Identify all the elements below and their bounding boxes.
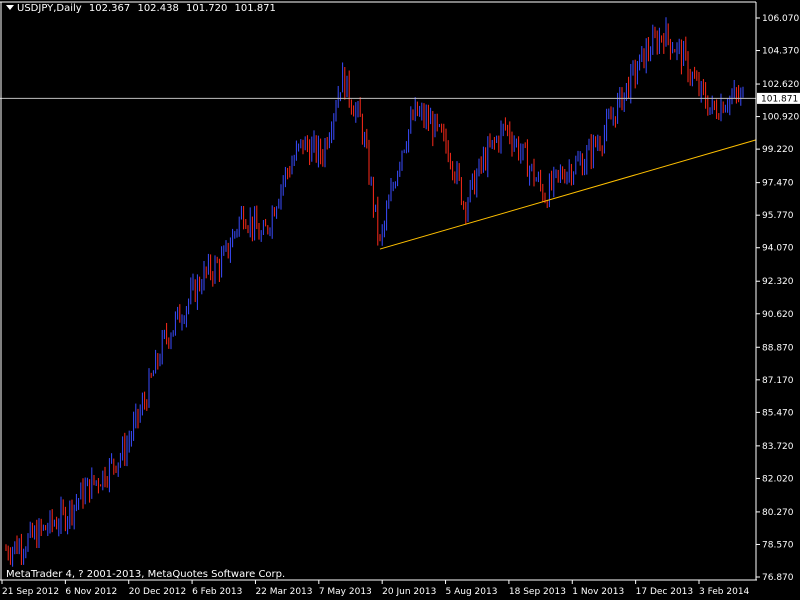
x-tick-label: 20 Jun 2013 (382, 587, 436, 597)
y-tick-label: 99.220 (762, 145, 794, 155)
y-tick-label: 83.720 (762, 442, 794, 452)
y-tick-label: 88.870 (762, 343, 794, 353)
y-tick-label: 102.620 (762, 80, 799, 90)
candlestick-series (5, 17, 744, 567)
current-price-label: 101.871 (761, 94, 798, 104)
x-tick-label: 22 Mar 2013 (255, 587, 312, 597)
y-tick-label: 87.170 (762, 376, 794, 386)
x-tick-label: 6 Nov 2012 (65, 587, 117, 597)
x-tick-label: 7 May 2013 (319, 587, 372, 597)
x-tick-label: 17 Dec 2013 (636, 587, 694, 597)
current-price-box: 101.871 (757, 92, 800, 104)
y-tick-label: 97.470 (762, 179, 794, 189)
x-tick-label: 21 Sep 2012 (2, 587, 59, 597)
x-tick-label: 5 Aug 2013 (446, 587, 498, 597)
trendline[interactable] (379, 139, 757, 250)
y-tick-label: 94.070 (762, 244, 794, 254)
close-value: 101.871 (234, 3, 276, 14)
y-tick-label: 80.270 (762, 508, 794, 518)
y-tick-label: 82.020 (762, 474, 794, 484)
x-axis-ticks: 21 Sep 2012 6 Nov 2012 20 Dec 2012 6 Feb 20… (1, 580, 750, 597)
y-tick-label: 106.070 (762, 14, 799, 24)
y-tick-label: 78.570 (762, 540, 794, 550)
axes (0, 1, 757, 581)
low-value: 101.720 (186, 3, 228, 14)
price-chart[interactable]: 106.070 104.370 102.620 100.920 99.220 97.470… (0, 0, 800, 600)
chart-header: USDJPY,Daily 102.367 102.438 101.720 101… (6, 3, 280, 14)
y-tick-label: 92.320 (762, 277, 794, 287)
x-tick-label: 20 Dec 2012 (129, 587, 187, 597)
x-tick-label: 1 Nov 2013 (572, 587, 624, 597)
y-tick-label: 90.620 (762, 310, 794, 320)
x-tick-label: 6 Feb 2013 (192, 587, 242, 597)
open-value: 102.367 (88, 3, 131, 14)
y-tick-label: 100.920 (762, 113, 799, 123)
copyright-text: MetaTrader 4, ? 2001-2013, MetaQuotes So… (6, 569, 286, 580)
y-tick-label: 95.770 (762, 211, 794, 221)
y-tick-label: 85.470 (762, 408, 794, 418)
symbol-label: USDJPY,Daily (17, 3, 82, 14)
dropdown-triangle-icon[interactable] (6, 5, 14, 10)
y-tick-label: 104.370 (762, 47, 799, 57)
high-value: 102.438 (137, 3, 179, 14)
x-tick-label: 18 Sep 2013 (509, 587, 566, 597)
y-tick-label: 76.870 (762, 573, 794, 583)
x-tick-label: 3 Feb 2014 (699, 587, 750, 597)
